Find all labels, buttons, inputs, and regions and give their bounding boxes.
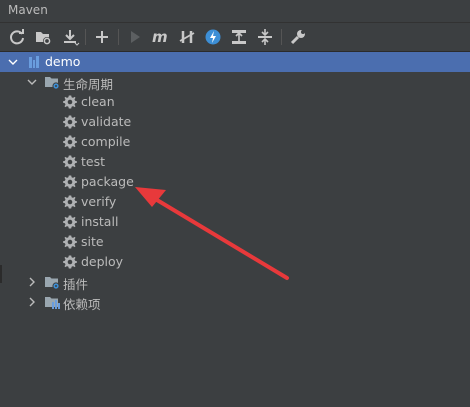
gear-icon (63, 115, 77, 129)
goal-label: clean (81, 94, 115, 109)
goal-label: site (81, 234, 104, 249)
gear-icon (63, 235, 77, 249)
chevron-down-icon[interactable] (6, 55, 20, 69)
gear-icon (63, 95, 77, 109)
plugins-label: 插件 (63, 277, 89, 292)
dependencies-label: 依赖项 (63, 297, 101, 312)
goal-label: validate (81, 114, 132, 129)
run-icon[interactable] (125, 27, 145, 47)
goal-label: test (81, 154, 106, 169)
gear-icon (63, 255, 77, 269)
settings-icon[interactable] (288, 27, 308, 47)
goal-label: package (81, 174, 134, 189)
show-dependencies-icon[interactable] (229, 27, 249, 47)
plugins-folder-icon (45, 277, 60, 290)
maven-module-icon (29, 56, 39, 68)
maven-toolbar: m (0, 23, 470, 52)
goal-label: compile (81, 134, 131, 149)
lifecycle-folder-icon (45, 77, 60, 90)
lifecycle-goal-site[interactable]: site (0, 232, 470, 252)
gear-icon (63, 135, 77, 149)
tool-window-title: Maven (8, 3, 48, 17)
goal-label: verify (81, 194, 117, 209)
chevron-right-icon[interactable] (25, 275, 39, 289)
collapse-icon[interactable] (255, 27, 275, 47)
lifecycle-goal-compile[interactable]: compile (0, 132, 470, 152)
toolbar-separator (281, 29, 282, 45)
window-edge (0, 265, 2, 283)
download-icon[interactable] (60, 27, 80, 47)
tree-node-dependencies[interactable]: 依赖项 (0, 292, 470, 312)
lifecycle-goal-clean[interactable]: clean (0, 92, 470, 112)
gear-icon (63, 175, 77, 189)
gear-icon (63, 195, 77, 209)
goal-label: install (81, 214, 119, 229)
svg-text:m: m (152, 28, 168, 46)
toolbar-separator (85, 29, 86, 45)
lifecycle-goal-verify[interactable]: verify (0, 192, 470, 212)
lifecycle-goal-deploy[interactable]: deploy (0, 252, 470, 272)
toolbar-separator (118, 29, 119, 45)
dependencies-folder-icon (45, 297, 60, 309)
lifecycle-goal-validate[interactable]: validate (0, 112, 470, 132)
lifecycle-goal-install[interactable]: install (0, 212, 470, 232)
goal-label: deploy (81, 254, 124, 269)
lifecycle-label: 生命周期 (63, 77, 114, 92)
project-label: demo (45, 54, 81, 69)
reload-icon[interactable] (7, 27, 27, 47)
chevron-down-icon[interactable] (25, 75, 39, 89)
tree-node-plugins[interactable]: 插件 (0, 272, 470, 292)
lifecycle-goal-test[interactable]: test (0, 152, 470, 172)
maven-goal-icon[interactable]: m (150, 27, 170, 47)
skip-tests-icon[interactable] (177, 27, 197, 47)
lifecycle-goal-package[interactable]: package (0, 172, 470, 192)
offline-icon[interactable] (203, 27, 223, 47)
add-source-folder-icon[interactable] (33, 27, 53, 47)
maven-projects-tree: demo 生命周期 clean validate compile test pa… (0, 52, 470, 407)
tree-node-lifecycle[interactable]: 生命周期 (0, 72, 470, 92)
tree-node-project[interactable]: demo (0, 52, 470, 72)
gear-icon (63, 215, 77, 229)
tool-window-header: Maven (0, 0, 470, 23)
add-icon[interactable] (92, 27, 112, 47)
chevron-right-icon[interactable] (25, 295, 39, 309)
gear-icon (63, 155, 77, 169)
